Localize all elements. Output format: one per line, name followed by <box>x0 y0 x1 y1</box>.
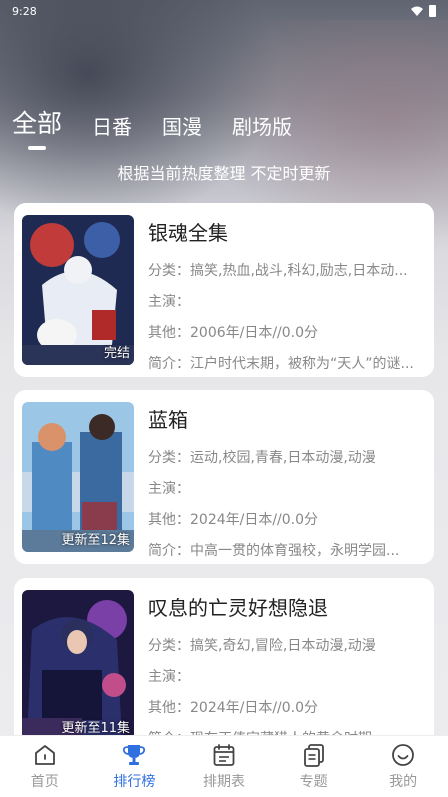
status-time: 9:28 <box>12 4 37 18</box>
intro-label: 简介： <box>148 543 190 559</box>
nav-ranking-label: 排行榜 <box>113 774 156 790</box>
anime-title: 银魂全集 <box>148 221 228 245</box>
other-label: 其他： <box>148 700 190 716</box>
anime-card[interactable]: 更新至12集 蓝箱 分类：运动,校园,青春,日本动漫,动漫 主演： 其他：202… <box>14 390 434 564</box>
cover-image: 更新至11集 <box>22 590 134 740</box>
anime-title: 叹息的亡灵好想隐退 <box>148 596 328 620</box>
category-label: 分类： <box>148 450 190 466</box>
intro-value: 江户时代末期，被称为“天人”的谜... <box>190 356 414 372</box>
cover-image: 更新至12集 <box>22 402 134 552</box>
calendar-icon <box>213 744 235 766</box>
status-bar: 9:28 <box>0 0 448 22</box>
bottom-navigation: 首页 排行榜 排期表 专题 我的 <box>0 735 448 797</box>
category-value: 搞笑,奇幻,冒险,日本动漫,动漫 <box>190 638 376 654</box>
anime-card[interactable]: 完结 银魂全集 分类：搞笑,热血,战斗,科幻,励志,日本动... 主演： 其他：… <box>14 203 434 377</box>
other-label: 其他： <box>148 325 190 341</box>
other-value: 2024年/日本//0.0分 <box>190 512 319 528</box>
other-value: 2006年/日本//0.0分 <box>190 325 319 341</box>
nav-topics[interactable]: 专题 <box>274 742 354 791</box>
nav-home[interactable]: 首页 <box>5 742 85 791</box>
tab-chinese[interactable]: 国漫 <box>162 111 202 140</box>
cast-label: 主演： <box>148 294 190 310</box>
category-value: 搞笑,热血,战斗,科幻,励志,日本动... <box>190 263 408 279</box>
nav-ranking[interactable]: 排行榜 <box>94 742 174 791</box>
nav-profile[interactable]: 我的 <box>363 742 443 791</box>
cover-image: 完结 <box>22 215 134 365</box>
intro-value: 中高一贯的体育强校，永明学园... <box>190 543 400 559</box>
nav-schedule-label: 排期表 <box>202 774 245 790</box>
nav-topics-label: 专题 <box>299 774 328 790</box>
anime-title: 蓝箱 <box>148 408 188 432</box>
trophy-icon <box>123 745 146 765</box>
category-value: 运动,校园,青春,日本动漫,动漫 <box>190 450 376 466</box>
cast-label: 主演： <box>148 669 190 685</box>
nav-schedule[interactable]: 排期表 <box>184 742 264 791</box>
other-label: 其他： <box>148 512 190 528</box>
tab-movie[interactable]: 剧场版 <box>232 111 292 140</box>
episode-badge: 更新至11集 <box>61 721 130 736</box>
home-icon <box>34 745 55 765</box>
topic-icon <box>303 744 324 767</box>
episode-badge: 更新至12集 <box>61 533 130 548</box>
battery-icon <box>429 5 436 17</box>
nav-profile-label: 我的 <box>389 774 418 790</box>
tab-japanese[interactable]: 日番 <box>92 111 132 140</box>
profile-icon <box>392 744 415 766</box>
cast-label: 主演： <box>148 481 190 497</box>
wifi-icon <box>411 6 423 16</box>
anime-card[interactable]: 更新至11集 叹息的亡灵好想隐退 分类：搞笑,奇幻,冒险,日本动漫,动漫 主演：… <box>14 578 434 752</box>
intro-label: 简介： <box>148 356 190 372</box>
other-value: 2024年/日本//0.0分 <box>190 700 319 716</box>
category-tabs: 全部 日番 国漫 剧场版 <box>12 104 292 140</box>
ranking-subtitle: 根据当前热度整理 不定时更新 <box>117 164 331 183</box>
category-label: 分类： <box>148 638 190 654</box>
episode-badge: 完结 <box>103 346 130 361</box>
nav-home-label: 首页 <box>30 774 59 790</box>
category-label: 分类： <box>148 263 190 279</box>
tab-all[interactable]: 全部 <box>12 104 62 140</box>
